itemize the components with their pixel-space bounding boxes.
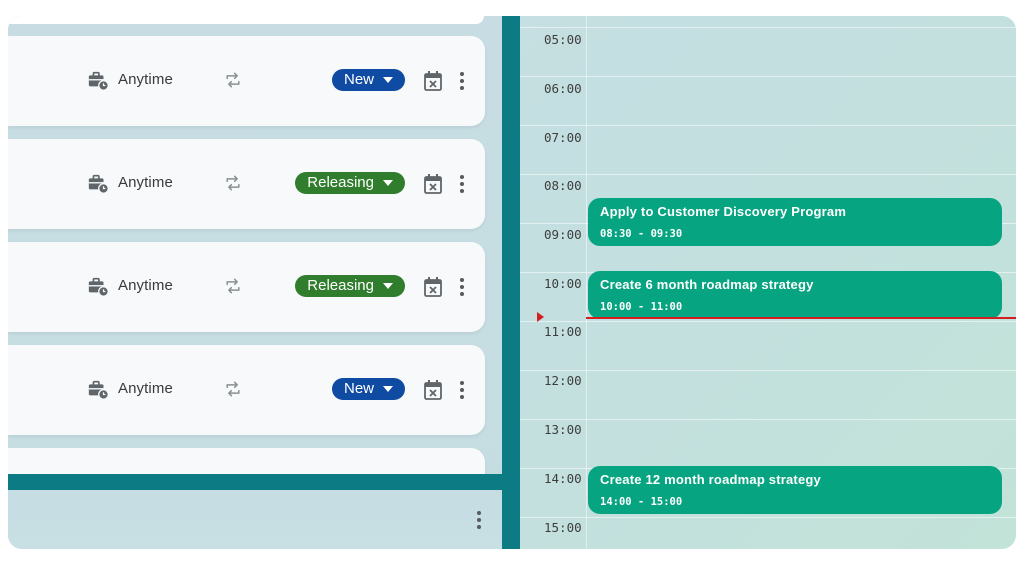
calendar-panel: 05:00 06:00 07:00 08:00 09:00 10:00 11:0… bbox=[520, 16, 1016, 549]
event-time: 08:30 - 09:30 bbox=[600, 228, 683, 240]
panel-divider[interactable] bbox=[502, 16, 520, 549]
current-time-line bbox=[586, 317, 1016, 319]
hour-label: 15:00 bbox=[544, 520, 582, 535]
task-card[interactable]: Anytime New bbox=[8, 345, 485, 435]
hour-label: 12:00 bbox=[544, 373, 582, 388]
hour-label: 08:00 bbox=[544, 178, 582, 193]
current-time-marker-icon bbox=[537, 312, 544, 322]
more-vert-icon[interactable] bbox=[457, 379, 467, 401]
calendar-remove-icon[interactable] bbox=[423, 70, 443, 92]
more-vert-icon[interactable] bbox=[474, 509, 484, 531]
briefcase-clock-icon bbox=[88, 71, 109, 91]
hour-label: 07:00 bbox=[544, 130, 582, 145]
repeat-icon[interactable] bbox=[223, 173, 243, 193]
briefcase-clock-icon bbox=[88, 277, 109, 297]
section-divider bbox=[8, 474, 502, 490]
status-dropdown[interactable]: New bbox=[331, 69, 405, 91]
hour-label: 09:00 bbox=[544, 227, 582, 242]
hour-gridline bbox=[520, 174, 1016, 175]
calendar-remove-icon[interactable] bbox=[423, 276, 443, 298]
task-list-panel: Anytime New Anytime Releasing Anytime Re… bbox=[8, 16, 502, 549]
time-column-divider bbox=[586, 16, 587, 549]
status-dropdown[interactable]: New bbox=[331, 378, 405, 400]
calendar-remove-icon[interactable] bbox=[423, 379, 443, 401]
hour-gridline bbox=[520, 27, 1016, 28]
task-card-partial bbox=[8, 448, 485, 474]
event-title: Apply to Customer Discovery Program bbox=[600, 204, 847, 219]
event-time: 14:00 - 15:00 bbox=[600, 496, 683, 508]
app-frame: Anytime New Anytime Releasing Anytime Re… bbox=[8, 16, 1016, 549]
status-label: New bbox=[343, 380, 374, 397]
caret-down-icon bbox=[383, 386, 393, 392]
calendar-event[interactable]: Create 6 month roadmap strategy 10:00 - … bbox=[588, 271, 1002, 319]
task-card[interactable]: Anytime Releasing bbox=[8, 139, 485, 229]
hour-gridline bbox=[520, 370, 1016, 371]
status-dropdown[interactable]: Releasing bbox=[295, 275, 405, 297]
hour-gridline bbox=[520, 517, 1016, 518]
repeat-icon[interactable] bbox=[223, 379, 243, 399]
calendar-event[interactable]: Create 12 month roadmap strategy 14:00 -… bbox=[588, 466, 1002, 514]
hour-gridline bbox=[520, 321, 1016, 322]
hour-label: 11:00 bbox=[544, 324, 582, 339]
more-vert-icon[interactable] bbox=[457, 276, 467, 298]
hour-label: 06:00 bbox=[544, 81, 582, 96]
hour-label: 13:00 bbox=[544, 422, 582, 437]
hour-gridline bbox=[520, 76, 1016, 77]
briefcase-clock-icon bbox=[88, 174, 109, 194]
calendar-event[interactable]: Apply to Customer Discovery Program 08:3… bbox=[588, 198, 1002, 246]
hour-label: 05:00 bbox=[544, 32, 582, 47]
task-card-partial-top bbox=[8, 16, 484, 24]
status-label: New bbox=[343, 71, 374, 88]
task-card[interactable]: Anytime New bbox=[8, 36, 485, 126]
repeat-icon[interactable] bbox=[223, 70, 243, 90]
caret-down-icon bbox=[383, 77, 393, 83]
caret-down-icon bbox=[383, 283, 393, 289]
section-header bbox=[8, 490, 502, 549]
more-vert-icon[interactable] bbox=[457, 70, 467, 92]
briefcase-clock-icon bbox=[88, 380, 109, 400]
status-label: Releasing bbox=[307, 277, 374, 294]
schedule-label: Anytime bbox=[118, 174, 173, 191]
hour-gridline bbox=[520, 419, 1016, 420]
hour-label: 10:00 bbox=[544, 276, 582, 291]
event-time: 10:00 - 11:00 bbox=[600, 301, 683, 313]
hour-gridline bbox=[520, 125, 1016, 126]
more-vert-icon[interactable] bbox=[457, 173, 467, 195]
schedule-label: Anytime bbox=[118, 71, 173, 88]
status-dropdown[interactable]: Releasing bbox=[295, 172, 405, 194]
event-title: Create 12 month roadmap strategy bbox=[600, 472, 821, 487]
schedule-label: Anytime bbox=[118, 277, 173, 294]
status-label: Releasing bbox=[307, 174, 374, 191]
hour-label: 14:00 bbox=[544, 471, 582, 486]
repeat-icon[interactable] bbox=[223, 276, 243, 296]
schedule-label: Anytime bbox=[118, 380, 173, 397]
event-title: Create 6 month roadmap strategy bbox=[600, 277, 814, 292]
caret-down-icon bbox=[383, 180, 393, 186]
task-card[interactable]: Anytime Releasing bbox=[8, 242, 485, 332]
calendar-remove-icon[interactable] bbox=[423, 173, 443, 195]
